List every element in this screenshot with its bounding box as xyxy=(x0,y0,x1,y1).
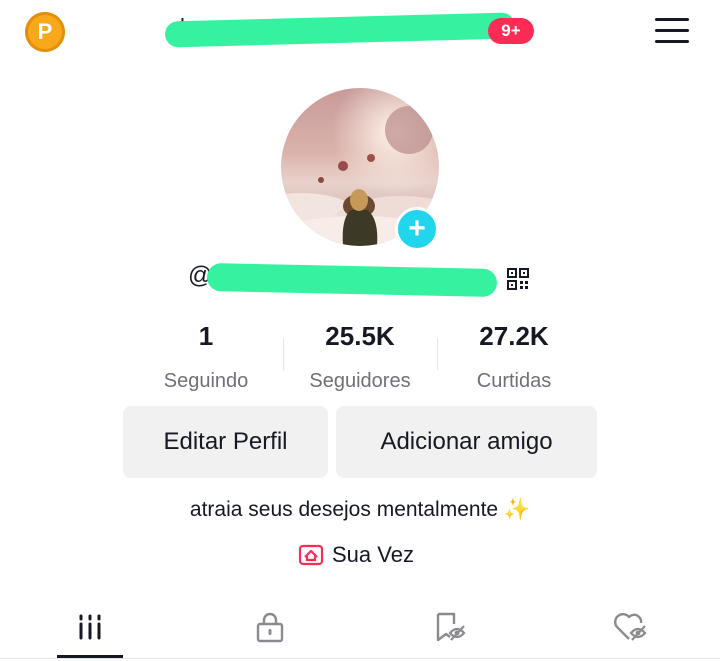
heart-hidden-icon xyxy=(614,613,647,641)
bio-link[interactable]: Sua Vez xyxy=(298,542,414,568)
house-share-icon xyxy=(298,544,324,566)
qr-code-icon[interactable] xyxy=(507,268,529,290)
tab-liked[interactable] xyxy=(600,604,660,650)
edit-profile-button[interactable]: Editar Perfil xyxy=(123,406,328,478)
plus-icon: + xyxy=(408,212,426,245)
add-friend-button[interactable]: Adicionar amigo xyxy=(336,406,597,478)
stat-label: Seguidores xyxy=(309,370,411,392)
bookmark-hidden-icon xyxy=(436,612,466,642)
stat-value: 1 xyxy=(198,321,214,351)
stat-followers[interactable]: 25.5K Seguidores xyxy=(285,320,435,393)
stat-label: Curtidas xyxy=(476,370,552,392)
tab-saved[interactable] xyxy=(420,604,480,650)
stat-value: 25.5K xyxy=(325,321,395,351)
add-avatar-button[interactable]: + xyxy=(395,207,439,251)
bio-text: atraia seus desejos mentalmente ✨ xyxy=(189,498,531,521)
tab-videos[interactable] xyxy=(60,604,120,650)
grid-icon xyxy=(79,614,101,640)
lock-icon xyxy=(256,612,284,643)
stat-value: 27.2K xyxy=(479,321,549,351)
notification-badge: 9+ xyxy=(488,18,534,44)
tab-private[interactable] xyxy=(240,604,300,650)
divider xyxy=(437,338,438,370)
stat-likes[interactable]: 27.2K Curtidas xyxy=(439,320,589,393)
tab-bar-divider xyxy=(0,658,720,659)
coin-letter: P xyxy=(37,19,53,44)
stat-label: Seguindo xyxy=(163,370,249,392)
menu-icon[interactable] xyxy=(655,18,689,44)
divider xyxy=(283,338,284,370)
bio-link-label: Sua Vez xyxy=(332,542,414,567)
coins-icon[interactable]: P xyxy=(25,12,65,52)
stat-following[interactable]: 1 Seguindo xyxy=(131,320,281,393)
